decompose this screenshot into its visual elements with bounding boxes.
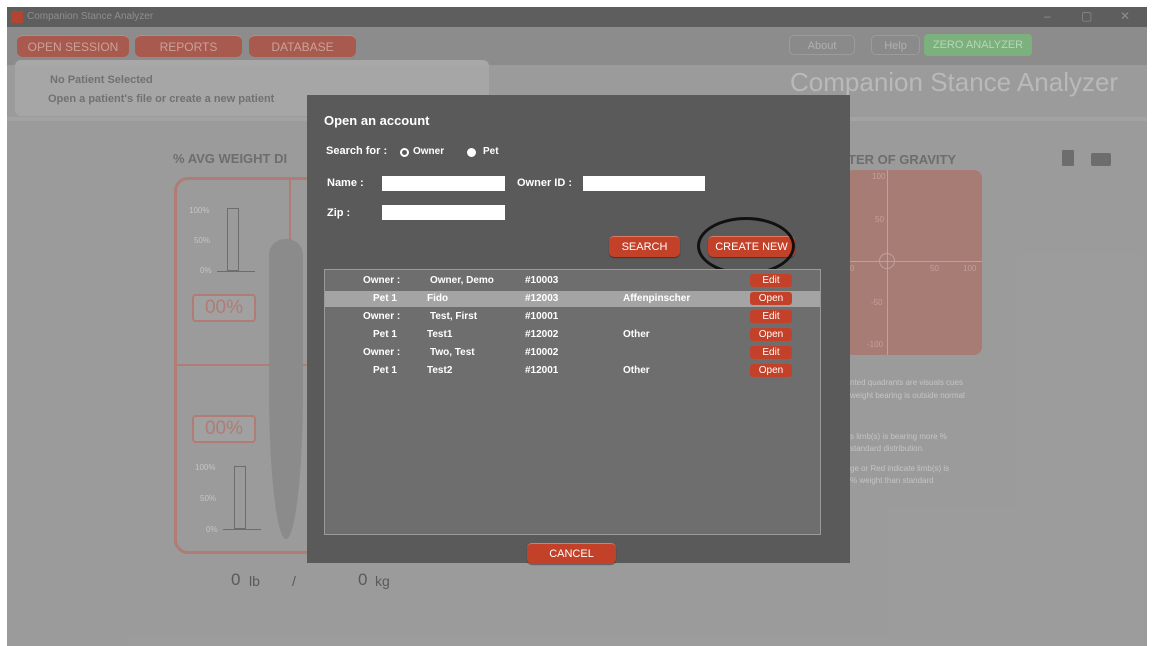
row-name: Test, First [430, 311, 478, 322]
search-results-list[interactable]: Owner : Owner, Demo #10003 Edit Pet 1 Fi… [324, 269, 821, 535]
window-title: Companion Stance Analyzer [27, 11, 154, 22]
open-button[interactable]: Open [750, 364, 792, 377]
row-id: #10002 [525, 347, 559, 358]
row-id: #12001 [525, 365, 559, 376]
search-for-label: Search for : [326, 145, 388, 157]
close-button[interactable]: ✕ [1120, 9, 1130, 23]
row-id: #10003 [525, 275, 559, 286]
dialog-title: Open an account [324, 113, 430, 128]
edit-button[interactable]: Edit [750, 274, 792, 287]
owner-radio-label[interactable]: Owner [413, 146, 444, 157]
result-row[interactable]: Owner : Two, Test #10002 Edit [325, 345, 820, 361]
highlight-circle-annotation [697, 217, 795, 275]
row-breed: Other [623, 365, 650, 376]
maximize-button[interactable]: ▢ [1081, 9, 1092, 23]
app-icon [11, 11, 23, 23]
row-name: Test1 [427, 329, 453, 340]
open-session-button[interactable]: OPEN SESSION [17, 35, 129, 57]
name-input[interactable] [382, 176, 505, 191]
result-row[interactable]: Pet 1 Test1 #12002 Other Open [325, 327, 820, 343]
row-type: Pet 1 [373, 329, 397, 340]
pet-radio-label[interactable]: Pet [483, 146, 499, 157]
row-type: Owner : [363, 347, 401, 358]
zip-label: Zip : [327, 207, 351, 219]
owner-id-input[interactable] [583, 176, 705, 191]
reports-button[interactable]: REPORTS [135, 35, 242, 57]
row-id: #12002 [525, 329, 559, 340]
row-type: Pet 1 [373, 365, 397, 376]
row-name: Test2 [427, 365, 453, 376]
edit-button[interactable]: Edit [750, 310, 792, 323]
open-account-dialog: Open an account Search for : Owner Pet N… [307, 95, 850, 564]
about-button[interactable]: About [789, 35, 855, 55]
database-button[interactable]: DATABASE [249, 35, 356, 57]
row-name: Fido [427, 293, 449, 304]
result-row[interactable]: Pet 1 Test2 #12001 Other Open [325, 363, 820, 379]
pet-radio[interactable] [467, 148, 476, 157]
row-type: Owner : [363, 311, 401, 322]
minimize-button[interactable]: – [1044, 9, 1051, 23]
title-bar: Companion Stance Analyzer – ▢ ✕ [7, 7, 1147, 27]
zip-input[interactable] [382, 205, 505, 220]
cancel-button[interactable]: CANCEL [527, 543, 616, 564]
help-button[interactable]: Help [871, 35, 920, 55]
row-name: Two, Test [430, 347, 475, 358]
row-type: Pet 1 [373, 293, 397, 304]
row-id: #12003 [525, 293, 559, 304]
app-window: Companion Stance Analyzer – ▢ ✕ OPEN SES… [7, 7, 1147, 646]
owner-radio[interactable] [400, 148, 409, 157]
open-button[interactable]: Open [750, 328, 792, 341]
row-breed: Other [623, 329, 650, 340]
search-button[interactable]: SEARCH [609, 236, 680, 257]
row-id: #10001 [525, 311, 559, 322]
row-name: Owner, Demo [430, 275, 494, 286]
open-button[interactable]: Open [750, 292, 792, 305]
result-row[interactable]: Owner : Test, First #10001 Edit [325, 309, 820, 325]
owner-id-label: Owner ID : [517, 177, 573, 189]
row-breed: Affenpinscher [623, 293, 691, 304]
name-label: Name : [327, 177, 364, 189]
edit-button[interactable]: Edit [750, 346, 792, 359]
row-type: Owner : [363, 275, 401, 286]
result-row-selected[interactable]: Pet 1 Fido #12003 Affenpinscher Open [325, 291, 820, 307]
zero-analyzer-button[interactable]: ZERO ANALYZER [924, 34, 1032, 56]
result-row[interactable]: Owner : Owner, Demo #10003 Edit [325, 273, 820, 289]
